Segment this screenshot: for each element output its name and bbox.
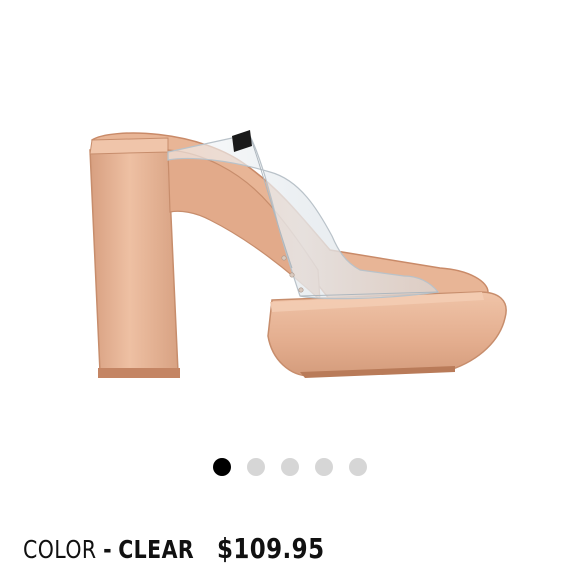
product-gallery[interactable] (0, 0, 580, 476)
price: $109.95 (217, 532, 325, 565)
carousel-dots (213, 458, 367, 476)
carousel-dot-3[interactable] (281, 458, 299, 476)
color-value: CLEAR (118, 535, 195, 564)
carousel-dot-4[interactable] (315, 458, 333, 476)
carousel-dot-1[interactable] (213, 458, 231, 476)
product-details: COLOR - CLEAR $109.95 (23, 532, 324, 565)
color-separator: - (103, 535, 112, 564)
shoe-product-image (89, 130, 507, 378)
color-label: COLOR (23, 535, 97, 564)
carousel-dot-5[interactable] (349, 458, 367, 476)
carousel-dot-2[interactable] (247, 458, 265, 476)
